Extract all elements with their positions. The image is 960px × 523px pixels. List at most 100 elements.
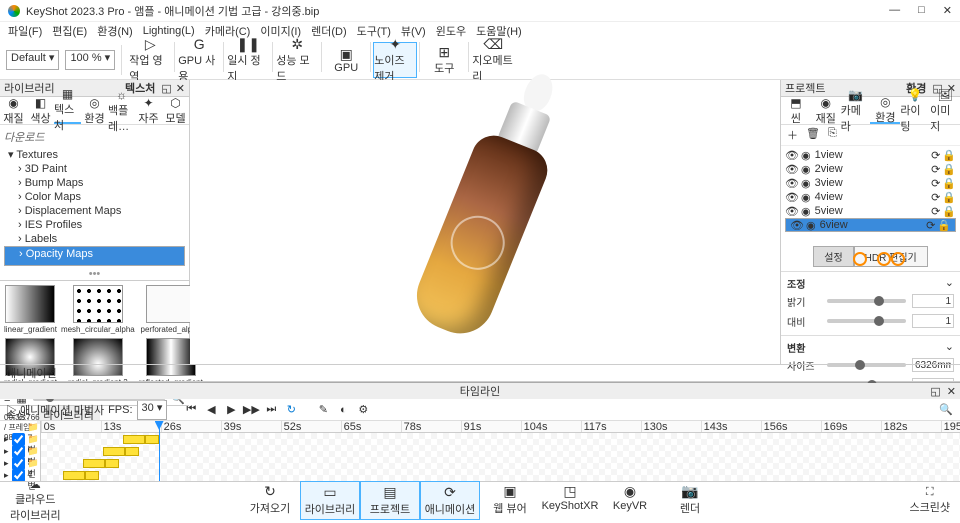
render-viewport[interactable] bbox=[190, 80, 780, 364]
keyframe-icon[interactable]: ✎ bbox=[315, 402, 331, 418]
fps-select[interactable]: 30 ▾ bbox=[137, 400, 168, 420]
bottom-렌더[interactable]: 📷렌더 bbox=[660, 481, 720, 520]
menu-item[interactable]: 도구(T) bbox=[357, 23, 391, 39]
texture-tree[interactable]: 다운로드 ▾ Textures › 3D Paint› Bump Maps› C… bbox=[0, 125, 189, 268]
value-input[interactable] bbox=[912, 314, 954, 328]
slider[interactable] bbox=[827, 299, 906, 303]
value-input[interactable] bbox=[912, 294, 954, 308]
tree-item[interactable]: › Opacity Maps bbox=[4, 246, 185, 266]
menu-item[interactable]: 환경(N) bbox=[97, 23, 133, 39]
animation-clip[interactable] bbox=[125, 447, 139, 456]
proj-tab-재질[interactable]: ◉재질 bbox=[811, 97, 841, 124]
collapse-icon[interactable]: ⌄ bbox=[945, 276, 954, 291]
toolbar-노이즈 제거[interactable]: ✦노이즈 제거 bbox=[373, 42, 417, 78]
menu-item[interactable]: 편집(E) bbox=[52, 23, 87, 39]
texture-thumb[interactable]: mesh_circular_alpha bbox=[61, 285, 135, 334]
textures-tab[interactable]: 텍스처 bbox=[125, 80, 155, 96]
cloud-library-button[interactable]: ☁ 클라우드 라이브러리 bbox=[10, 478, 61, 523]
toolbar-성능 모드[interactable]: ✲성능 모드 bbox=[275, 42, 319, 78]
screenshot-button[interactable]: ⛶ 스크린샷 bbox=[910, 486, 950, 515]
settings-icon[interactable]: ⚙ bbox=[355, 402, 371, 418]
env-tool-icon[interactable]: ⎘ bbox=[828, 127, 837, 143]
tree-item[interactable]: › Bump Maps bbox=[4, 176, 185, 190]
step-fwd-icon[interactable]: ▶▶ bbox=[243, 402, 259, 418]
proj-tab-라이팅[interactable]: 💡라이팅 bbox=[900, 97, 930, 124]
env-item[interactable]: 👁◉2view⟳🔒 bbox=[785, 162, 956, 176]
playhead[interactable] bbox=[159, 421, 160, 481]
env-item[interactable]: 👁◉6view⟳🔒 bbox=[785, 218, 956, 232]
close-panel-icon[interactable]: ✕ bbox=[176, 82, 185, 95]
bottom-KeyShotXR[interactable]: ◳KeyShotXR bbox=[540, 481, 600, 520]
bottom-애니메이션[interactable]: ⟳애니메이션 bbox=[420, 481, 480, 520]
env-tool-icon[interactable]: ＋ bbox=[787, 127, 798, 143]
scene-object-bottle[interactable] bbox=[325, 37, 645, 407]
tree-item[interactable]: › Displacement Maps bbox=[4, 204, 185, 218]
proj-tab-이미지[interactable]: 🖼이미지 bbox=[930, 97, 960, 124]
proj-tab-씬[interactable]: ⬒씬 bbox=[781, 97, 811, 124]
downloads-group[interactable]: 다운로드 bbox=[4, 127, 185, 147]
bottom-KeyVR[interactable]: ◉KeyVR bbox=[600, 481, 660, 520]
menu-item[interactable]: 뷰(V) bbox=[401, 23, 426, 39]
drag-handle-icon[interactable]: ••• bbox=[0, 268, 189, 280]
lib-tab-자주[interactable]: ✦자주 bbox=[135, 97, 162, 124]
animation-clip[interactable] bbox=[85, 471, 99, 480]
proj-tab-환경[interactable]: ◎환경 bbox=[870, 97, 900, 124]
env-item[interactable]: 👁◉4view⟳🔒 bbox=[785, 190, 956, 204]
settings-segment[interactable]: 설정 bbox=[813, 246, 853, 267]
proj-tab-카메라[interactable]: 📷카메라 bbox=[841, 97, 871, 124]
loop-icon[interactable]: ↻ bbox=[283, 402, 299, 418]
env-item[interactable]: 👁◉5view⟳🔒 bbox=[785, 204, 956, 218]
animation-clip[interactable] bbox=[123, 435, 145, 444]
library-tab[interactable]: 라이브러리 bbox=[4, 80, 55, 96]
close-button[interactable]: ✕ bbox=[943, 4, 952, 17]
animation-footer-tab[interactable]: 애니메이션 bbox=[6, 365, 57, 381]
tree-item[interactable]: › 3D Paint bbox=[4, 162, 185, 176]
undock-icon[interactable]: ◱ bbox=[930, 385, 940, 398]
animation-clip[interactable] bbox=[103, 447, 125, 456]
lib-tab-환경[interactable]: ◎환경 bbox=[81, 97, 108, 124]
env-tool-icon[interactable]: 🗑 bbox=[806, 127, 820, 143]
tl-search-icon[interactable]: 🔍 bbox=[938, 402, 954, 418]
slider[interactable] bbox=[827, 319, 906, 323]
tree-item[interactable]: › Labels bbox=[4, 232, 185, 246]
texture-thumb[interactable]: linear_gradient bbox=[4, 285, 57, 334]
project-tab[interactable]: 프로젝트 bbox=[785, 80, 825, 96]
lib-tab-모델[interactable]: ⬡모델 bbox=[162, 97, 189, 124]
timeline-area[interactable]: 0s13s26s39s52s65s78s91s104s117s130s143s1… bbox=[41, 421, 960, 481]
slider[interactable] bbox=[827, 363, 906, 367]
environment-list[interactable]: 👁◉1view⟳🔒👁◉2view⟳🔒👁◉3view⟳🔒👁◉4view⟳🔒👁◉5v… bbox=[781, 146, 960, 234]
env-mode-segment[interactable]: 설정 HDR 편집기 bbox=[781, 246, 960, 267]
bottom-프로젝트[interactable]: ▤프로젝트 bbox=[360, 481, 420, 520]
lib-tab-백플레…[interactable]: ☼백플레… bbox=[108, 97, 135, 124]
tree-item[interactable]: › Color Maps bbox=[4, 190, 185, 204]
tree-item[interactable]: › IES Profiles bbox=[4, 218, 185, 232]
collapse-icon[interactable]: ⌄ bbox=[945, 340, 954, 355]
toolbar-GPU[interactable]: ▣GPU bbox=[324, 42, 368, 78]
step-back-icon[interactable]: ◀ bbox=[203, 402, 219, 418]
animation-clip[interactable] bbox=[145, 435, 159, 444]
animation-clip[interactable] bbox=[83, 459, 105, 468]
menu-item[interactable]: 렌더(D) bbox=[311, 23, 347, 39]
lib-tab-텍스처[interactable]: ▦텍스처 bbox=[54, 97, 81, 124]
env-item[interactable]: 👁◉1view⟳🔒 bbox=[785, 148, 956, 162]
undock-icon[interactable]: ◱ bbox=[161, 82, 171, 95]
lib-tab-재질[interactable]: ◉재질 bbox=[0, 97, 27, 124]
toolbar-일시 정지[interactable]: ❚❚일시 정지 bbox=[226, 42, 270, 78]
close-panel-icon[interactable]: ✕ bbox=[947, 385, 956, 398]
goto-start-icon[interactable]: ⏮ bbox=[183, 402, 199, 418]
bottom-라이브러리[interactable]: ▭라이브러리 bbox=[300, 481, 360, 520]
zoom-select[interactable]: 100 % ▾ bbox=[65, 50, 115, 70]
tree-root[interactable]: ▾ Textures bbox=[4, 147, 185, 162]
minimize-button[interactable]: — bbox=[889, 4, 900, 17]
animation-clip[interactable] bbox=[63, 471, 85, 480]
animation-clip[interactable] bbox=[105, 459, 119, 468]
play-icon[interactable]: ▶ bbox=[223, 402, 239, 418]
lib-tab-색상[interactable]: ◧색상 bbox=[27, 97, 54, 124]
goto-end-icon[interactable]: ⏭ bbox=[263, 402, 279, 418]
maximize-button[interactable]: □ bbox=[918, 4, 925, 17]
workspace-select[interactable]: Default ▾ bbox=[6, 50, 59, 70]
env-item[interactable]: 👁◉3view⟳🔒 bbox=[785, 176, 956, 190]
toolbar-GPU 사용[interactable]: GGPU 사용 bbox=[177, 42, 221, 78]
bottom-웹 뷰어[interactable]: ▣웹 뷰어 bbox=[480, 481, 540, 520]
bottom-가져오기[interactable]: ↻가져오기 bbox=[240, 481, 300, 520]
